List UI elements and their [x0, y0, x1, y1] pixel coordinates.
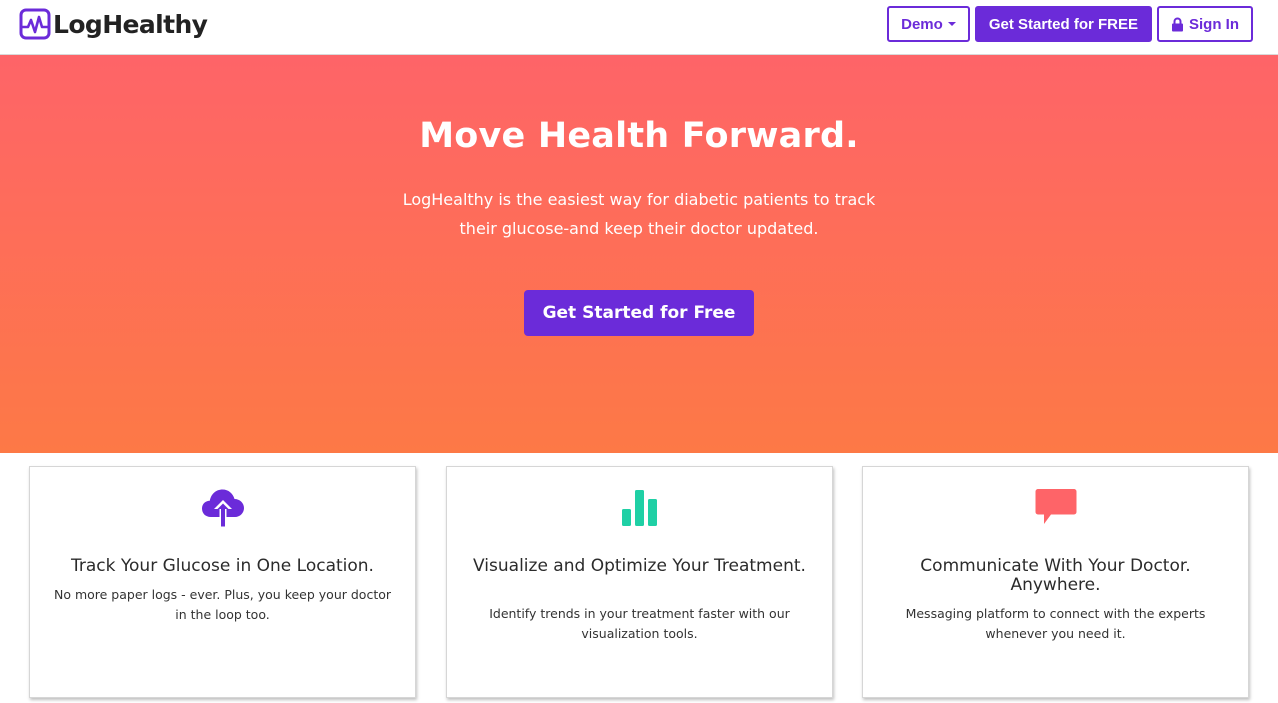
feature-card-communicate: Communicate With Your Doctor. Anywhere. …	[862, 466, 1249, 698]
nav-get-started-label: Get Started for FREE	[988, 15, 1138, 33]
bar-chart-icon	[621, 490, 657, 526]
sign-in-label: Sign In	[1189, 15, 1239, 33]
hero-section: Move Health Forward. LogHealthy is the e…	[0, 55, 1278, 453]
lock-icon	[1172, 17, 1183, 31]
nav-actions: Demo Get Started for FREE Sign In	[887, 6, 1253, 42]
cloud-upload-icon	[201, 489, 244, 527]
feature-description: Messaging platform to connect with the e…	[905, 606, 1206, 641]
feature-card-track: Track Your Glucose in One Location. No m…	[29, 466, 416, 698]
feature-title: Communicate With Your Doctor. Anywhere.	[920, 556, 1191, 595]
feature-description: Identify trends in your treatment faster…	[489, 606, 790, 641]
hero-get-started-button[interactable]: Get Started for Free	[524, 290, 754, 336]
brand-link[interactable]: LogHealthy	[19, 8, 208, 40]
hero-subtitle: LogHealthy is the easiest way for diabet…	[402, 190, 876, 238]
feature-title: Track Your Glucose in One Location.	[71, 556, 374, 576]
hero-title: Move Health Forward.	[419, 116, 859, 156]
caret-down-icon	[947, 22, 956, 26]
top-navbar: LogHealthy Demo Get Started for FREE Sig…	[0, 0, 1278, 55]
chat-bubble-icon	[1035, 489, 1076, 524]
sign-in-button[interactable]: Sign In	[1157, 6, 1253, 42]
feature-card-visualize: Visualize and Optimize Your Treatment. I…	[446, 466, 833, 698]
heartbeat-logo-icon	[19, 8, 51, 40]
brand-name: LogHealthy	[53, 9, 208, 39]
feature-description: No more paper logs - ever. Plus, you kee…	[53, 587, 392, 622]
demo-dropdown-button[interactable]: Demo	[887, 6, 970, 42]
demo-label: Demo	[901, 15, 943, 33]
nav-get-started-button[interactable]: Get Started for FREE	[974, 6, 1152, 42]
hero-cta-label: Get Started for Free	[542, 303, 736, 323]
feature-title: Visualize and Optimize Your Treatment.	[473, 556, 806, 576]
